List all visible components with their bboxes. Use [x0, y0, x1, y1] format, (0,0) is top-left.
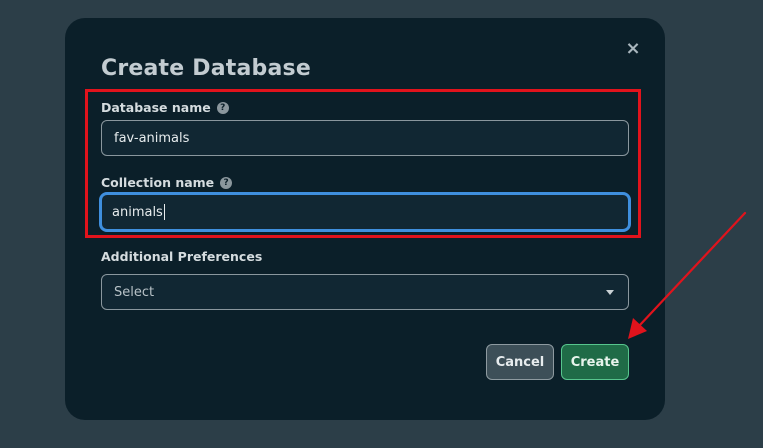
page-background: × Create Database Database name ? fav-an… [0, 0, 763, 448]
close-icon[interactable]: × [624, 38, 642, 60]
collection-name-input[interactable]: animals [99, 192, 631, 232]
help-icon[interactable]: ? [216, 101, 229, 114]
collection-name-value: animals [112, 204, 163, 220]
collection-name-label: Collection name ? [101, 175, 233, 190]
collection-name-label-text: Collection name [101, 175, 215, 190]
additional-preferences-label: Additional Preferences [101, 249, 262, 264]
dialog-title: Create Database [101, 56, 311, 81]
database-name-label: Database name ? [101, 100, 229, 115]
create-database-dialog: × Create Database Database name ? fav-an… [65, 18, 665, 420]
additional-preferences-select[interactable]: Select [101, 274, 629, 310]
text-caret [163, 204, 165, 220]
database-name-label-text: Database name [101, 100, 211, 115]
database-name-input[interactable]: fav-animals [101, 120, 629, 156]
additional-preferences-label-text: Additional Preferences [101, 249, 263, 264]
help-icon[interactable]: ? [220, 176, 233, 189]
cancel-button[interactable]: Cancel [486, 344, 554, 380]
create-button[interactable]: Create [561, 344, 629, 380]
database-name-value: fav-animals [114, 130, 190, 146]
chevron-down-icon [606, 289, 614, 295]
select-value: Select [114, 284, 155, 300]
